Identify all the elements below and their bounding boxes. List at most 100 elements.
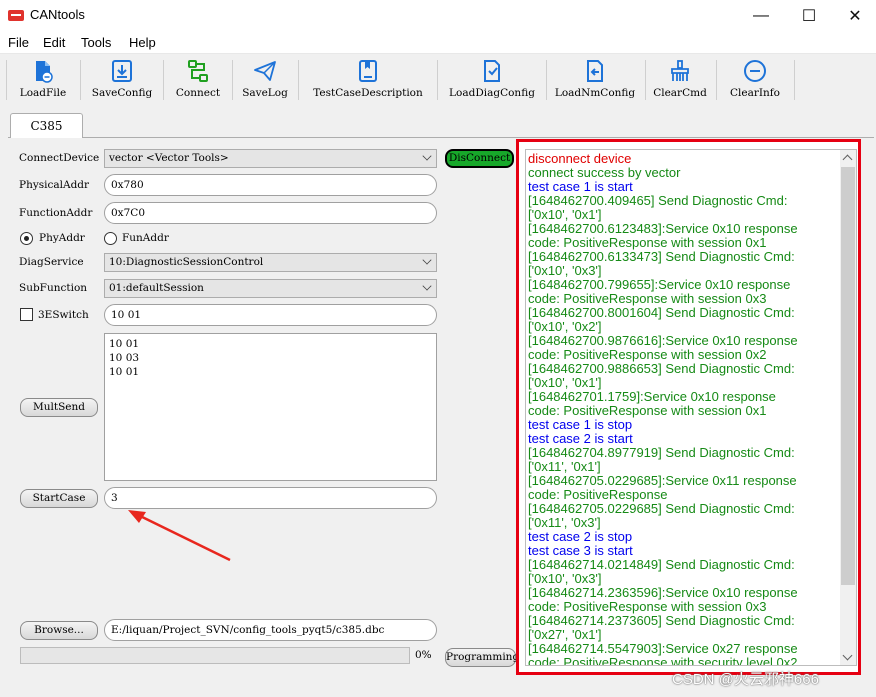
diag-service-select[interactable]: 10:DiagnosticSessionControl (104, 253, 437, 272)
log-line: [1648462700.6133473] Send Diagnostic Cmd… (528, 249, 795, 264)
browse-button[interactable]: Browse... (20, 621, 98, 640)
log-line: [1648462714.2373605] Send Diagnostic Cmd… (528, 613, 795, 628)
app-logo-icon (8, 10, 24, 21)
log-line: [1648462714.5547903]:Service 0x27 respon… (528, 641, 798, 656)
log-line: ['0x11', '0x1'] (528, 459, 601, 474)
test-case-description-button[interactable]: TestCaseDescription (304, 57, 432, 101)
chevron-down-icon (422, 281, 432, 291)
load-file-label: LoadFile (19, 87, 67, 99)
log-textbox[interactable]: disconnect device connect success by vect… (525, 149, 857, 666)
menu-file[interactable]: File (8, 35, 29, 50)
book-icon (359, 60, 377, 82)
log-line: code: PositiveResponse with session 0x2 (528, 347, 767, 362)
programming-button[interactable]: Programming (445, 648, 519, 667)
menu-tools[interactable]: Tools (81, 35, 111, 50)
log-lines: disconnect device connect success by vect… (528, 152, 840, 666)
maximize-button[interactable]: ☐ (786, 0, 832, 32)
log-line: code: PositiveResponse with session 0x3 (528, 599, 767, 614)
connect-device-label: ConnectDevice (19, 152, 100, 164)
log-line: ['0x10', '0x1'] (528, 375, 602, 390)
function-addr-input[interactable]: 0x7C0 (104, 202, 437, 224)
diag-service-value: 10:DiagnosticSessionControl (109, 256, 264, 268)
load-file-button[interactable]: LoadFile (12, 57, 74, 101)
chevron-down-icon (422, 255, 432, 265)
chevron-down-icon (422, 151, 432, 161)
menu-edit[interactable]: Edit (43, 35, 65, 50)
log-line: code: PositiveResponse with session 0x3 (528, 291, 767, 306)
log-line: ['0x10', '0x1'] (528, 207, 602, 222)
clear-cmd-button[interactable]: ClearCmd (650, 57, 710, 101)
log-line: ['0x27', '0x1'] (528, 627, 602, 642)
function-addr-label: FunctionAddr (19, 207, 93, 219)
log-line: [1648462705.0229685] Send Diagnostic Cmd… (528, 501, 795, 516)
log-line: [1648462705.0229685]:Service 0x11 respon… (528, 473, 797, 488)
log-line: ['0x11', '0x3'] (528, 515, 601, 530)
save-log-label: SaveLog (242, 87, 288, 99)
connect-icon (188, 60, 208, 82)
watermark: CSDN @火云邪神666 (672, 671, 819, 688)
log-line: disconnect device (528, 151, 632, 166)
phy-addr-radio[interactable] (20, 232, 33, 245)
log-line: ['0x10', '0x3'] (528, 571, 602, 586)
physical-addr-label: PhysicalAddr (19, 179, 90, 191)
log-line: test case 2 is stop (528, 529, 633, 544)
multi-send-button[interactable]: MultSend (20, 398, 98, 417)
menu-help[interactable]: Help (129, 35, 156, 50)
log-line: test case 1 is start (528, 179, 633, 194)
log-line: [1648462700.9886653] Send Diagnostic Cmd… (528, 361, 795, 376)
connect-button[interactable]: Connect (168, 57, 228, 101)
scroll-up-icon[interactable] (842, 154, 853, 165)
sub-function-label: SubFunction (19, 282, 88, 294)
toolbar: LoadFile SaveConfig Connect SaveLog Test… (0, 54, 876, 102)
load-nm-config-button[interactable]: LoadNmConfig (552, 57, 638, 101)
save-log-button[interactable]: SaveLog (236, 57, 294, 101)
close-button[interactable]: ✕ (832, 0, 876, 32)
dbc-path-input[interactable]: E:/liquan/Project_SVN/config_tools_pyqt5… (104, 619, 437, 641)
disconnect-button[interactable]: DisConnect (445, 149, 514, 168)
tab-c385[interactable]: C385 (10, 113, 83, 138)
log-line: [1648462700.6123483]:Service 0x10 respon… (528, 221, 798, 236)
log-line: connect success by vector (528, 165, 681, 180)
save-config-label: SaveConfig (91, 87, 153, 99)
log-scrollbar[interactable] (840, 150, 856, 665)
sub-function-value: 01:defaultSession (109, 282, 204, 294)
save-config-button[interactable]: SaveConfig (88, 57, 156, 101)
clear-info-icon (744, 60, 766, 82)
log-line: [1648462701.1759]:Service 0x10 response (528, 389, 776, 404)
annotation-arrow-icon (128, 510, 231, 562)
diag-service-label: DiagService (19, 256, 84, 268)
log-line: [1648462700.8001604] Send Diagnostic Cmd… (528, 305, 795, 320)
fun-addr-label: FunAddr (122, 232, 169, 244)
phy-addr-label: PhyAddr (39, 232, 85, 244)
load-diag-config-button[interactable]: LoadDiagConfig (444, 57, 540, 101)
sub-function-select[interactable]: 01:defaultSession (104, 279, 437, 298)
multi-cmd-textarea[interactable]: 10 01 10 03 10 01 (104, 333, 437, 481)
connect-device-select[interactable]: vector <Vector Tools> (104, 149, 437, 168)
scroll-down-icon[interactable] (842, 650, 853, 661)
clear-info-button[interactable]: ClearInfo (722, 57, 788, 101)
single-cmd-input[interactable]: 10 01 (104, 304, 437, 326)
log-line: code: PositiveResponse with session 0x1 (528, 403, 767, 418)
3e-switch-checkbox[interactable] (20, 308, 33, 321)
log-line: ['0x10', '0x2'] (528, 319, 602, 334)
log-line: code: PositiveResponse with security lev… (528, 655, 798, 666)
load-diag-config-icon (484, 60, 500, 82)
physical-addr-input[interactable]: 0x780 (104, 174, 437, 196)
load-nm-config-label: LoadNmConfig (554, 87, 636, 99)
log-line: [1648462704.8977919] Send Diagnostic Cmd… (528, 445, 795, 460)
fun-addr-radio[interactable] (104, 232, 117, 245)
progress-percent: 0% (415, 649, 432, 661)
minimize-button[interactable]: — (738, 0, 784, 32)
scroll-thumb[interactable] (841, 167, 855, 585)
log-line: [1648462714.2363596]:Service 0x10 respon… (528, 585, 798, 600)
start-case-button[interactable]: StartCase (20, 489, 98, 508)
log-line: test case 1 is stop (528, 417, 633, 432)
load-file-icon (36, 61, 53, 83)
window-title: CANtools (30, 7, 85, 22)
load-nm-config-icon (587, 60, 603, 82)
title-bar: CANtools — ☐ ✕ (0, 0, 876, 32)
3e-switch-label: 3ESwitch (38, 309, 89, 321)
log-line: ['0x10', '0x3'] (528, 263, 602, 278)
clear-cmd-label: ClearCmd (653, 87, 707, 99)
progress-bar (20, 647, 410, 664)
